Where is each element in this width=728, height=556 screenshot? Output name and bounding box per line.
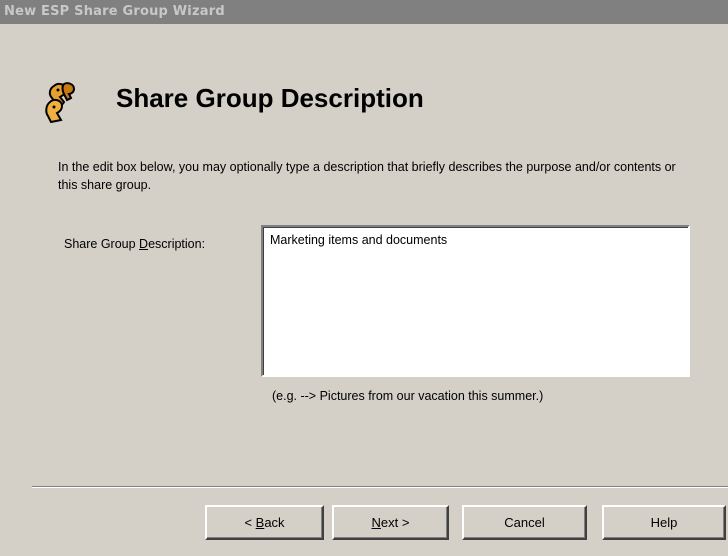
back-prefix: < xyxy=(244,515,256,530)
help-button[interactable]: Help xyxy=(602,505,726,540)
back-suffix: ack xyxy=(264,515,285,530)
title-bar[interactable]: New ESP Share Group Wizard xyxy=(0,0,728,24)
back-button[interactable]: < Back xyxy=(205,505,324,540)
description-field-label: Share Group Description: xyxy=(64,237,205,251)
window-title: New ESP Share Group Wizard xyxy=(4,4,225,19)
description-value: Marketing items and documents xyxy=(270,233,448,247)
label-suffix: escription: xyxy=(148,237,206,251)
share-group-icon xyxy=(40,80,84,124)
label-prefix: Share Group xyxy=(64,237,140,251)
description-textarea[interactable]: Marketing items and documents xyxy=(261,225,690,377)
next-suffix: ext > xyxy=(380,515,410,530)
wizard-window: New ESP Share Group Wizard Share Group D… xyxy=(0,0,728,556)
label-mnemonic: D xyxy=(139,237,149,251)
button-divider xyxy=(32,486,728,488)
cancel-button[interactable]: Cancel xyxy=(462,505,587,540)
page-title: Share Group Description xyxy=(116,83,424,113)
page-description: In the edit box below, you may optionall… xyxy=(58,160,676,192)
next-button[interactable]: Next > xyxy=(332,505,449,540)
next-mnemonic: N xyxy=(371,515,381,530)
example-hint: (e.g. --> Pictures from our vacation thi… xyxy=(272,389,544,403)
